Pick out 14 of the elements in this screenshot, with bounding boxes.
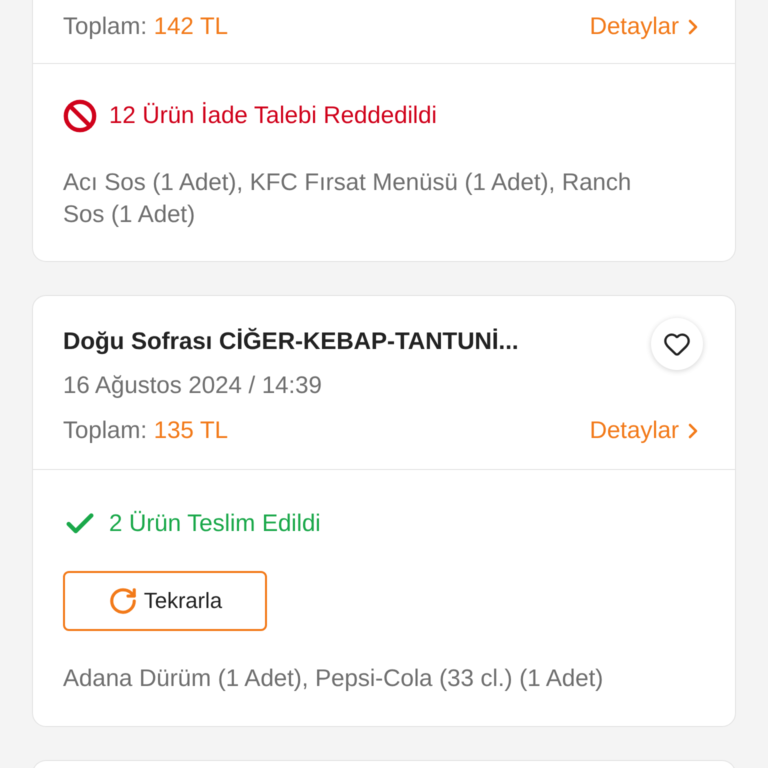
order-items: Adana Dürüm (1 Adet), Pepsi-Cola (33 cl.) (1 Adet) bbox=[63, 664, 604, 694]
favorite-button[interactable] bbox=[651, 318, 703, 370]
reorder-button[interactable]: Tekrarla bbox=[63, 571, 267, 631]
repeat-icon bbox=[108, 586, 138, 616]
order-items: Acı Sos (1 Adet), KFC Fırsat Menüsü (1 Adet), Ranch Sos (1 Adet) bbox=[63, 168, 632, 230]
status-text: 12 Ürün İade Talebi Reddedildi bbox=[109, 102, 437, 130]
status-text: 2 Ürün Teslim Edildi bbox=[109, 510, 321, 538]
prohibited-icon bbox=[63, 99, 97, 133]
restaurant-name: Doğu Sofrası CİĞER-KEBAP-TANTUNİ... bbox=[63, 326, 519, 357]
details-link[interactable]: Detaylar bbox=[590, 13, 705, 41]
order-total: Toplam: 135 TL bbox=[63, 417, 228, 445]
details-link[interactable]: Detaylar bbox=[590, 417, 705, 445]
order-date: 16 Ağustos 2024 / 14:39 bbox=[63, 371, 323, 401]
order-total: Toplam: 142 TL bbox=[63, 13, 228, 41]
